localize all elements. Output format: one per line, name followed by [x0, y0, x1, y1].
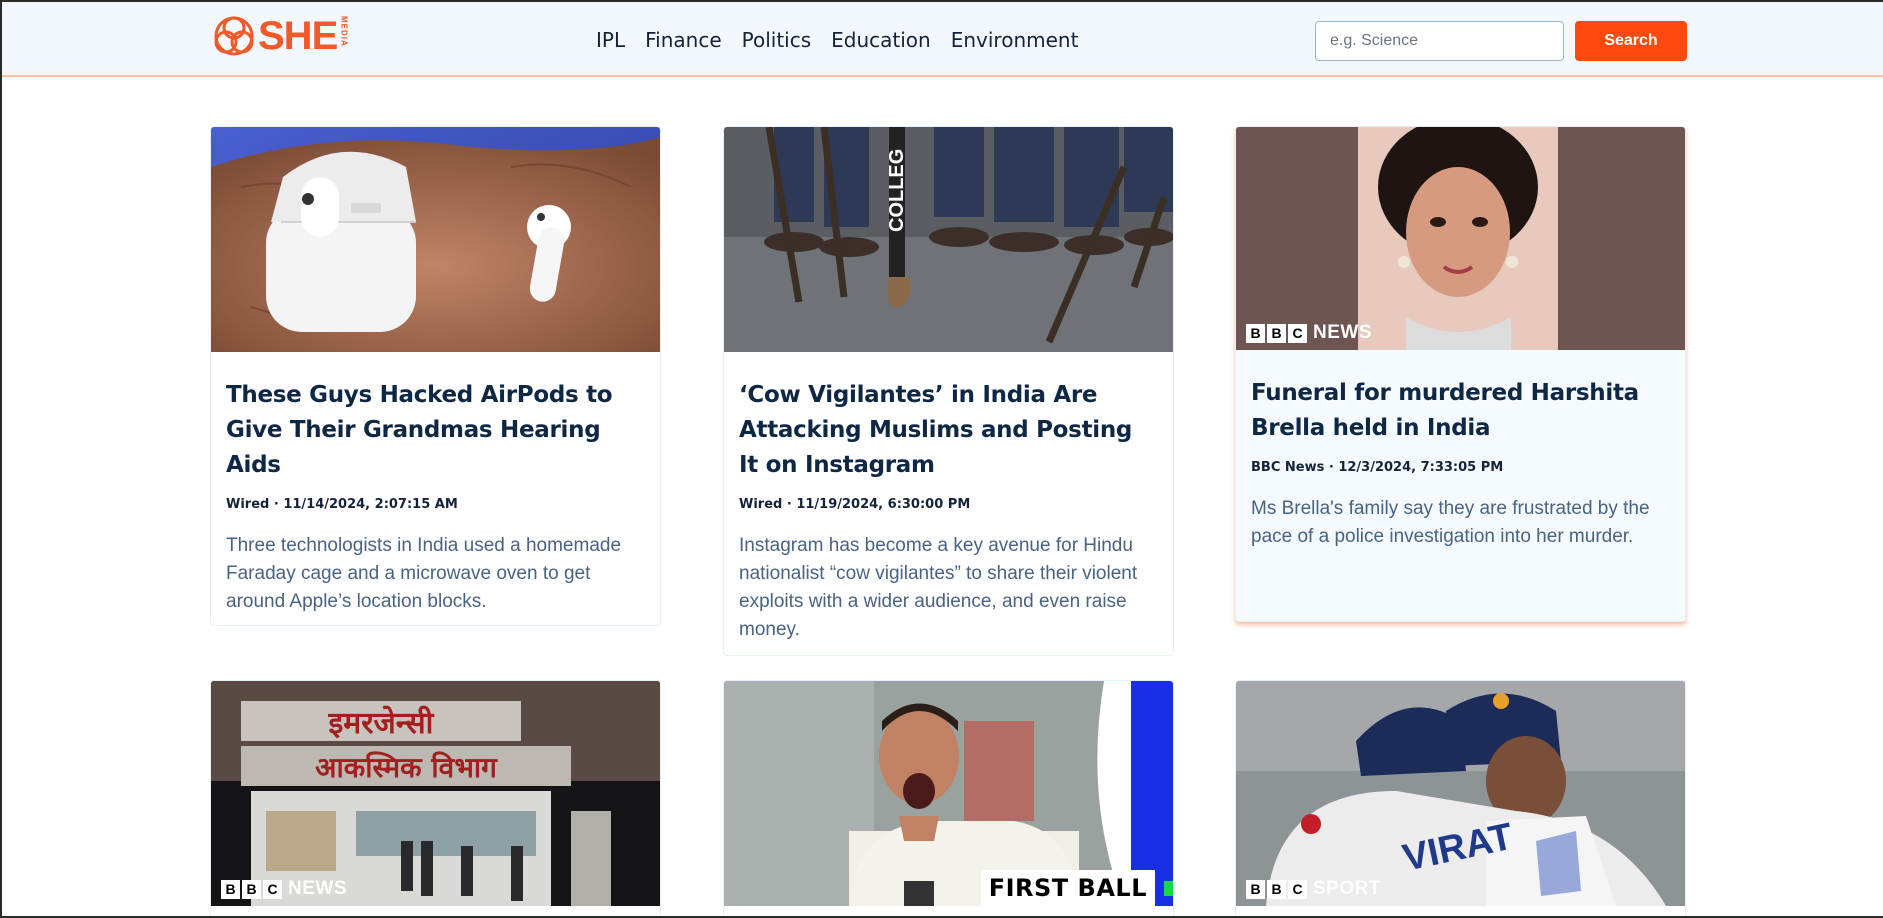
bbc-letter: C [263, 879, 282, 899]
article-card[interactable]: These Guys Hacked AirPods to Give Their … [210, 126, 661, 626]
bbc-letter: B [1267, 879, 1286, 899]
bbc-letter: B [1246, 323, 1265, 343]
bbc-letter: B [221, 879, 240, 899]
main-nav: IPL Finance Politics Education Environme… [596, 26, 1098, 54]
bbc-news-badge: B B C NEWS [221, 878, 347, 900]
logo-subtext: MEDIA [339, 16, 349, 47]
article-meta: BBC News · 12/3/2024, 7:33:05 PM [1251, 460, 1504, 475]
article-image[interactable]: B B C NEWS [1236, 127, 1685, 350]
search-input[interactable] [1315, 21, 1564, 61]
bbc-letter: B [242, 879, 261, 899]
image-stick-text: COLLEG [886, 149, 908, 232]
article-image[interactable] [211, 127, 660, 352]
article-image[interactable]: इमरजेन्सी आकस्मिक विभाग B B C NEWS [211, 681, 660, 906]
bbc-badge-word: NEWS [1313, 322, 1372, 343]
article-card[interactable]: B B C NEWS Funeral for murdered Harshita… [1235, 126, 1686, 622]
bbc-sport-badge: B B C SPORT [1246, 878, 1381, 900]
article-image[interactable]: COLLEG [724, 127, 1173, 352]
article-meta: Wired · 11/19/2024, 6:30:00 PM [739, 497, 971, 512]
logo-text: SHE [258, 14, 338, 58]
article-title[interactable]: Funeral for murdered Harshita Brella hel… [1251, 376, 1670, 446]
article-card[interactable]: FIRST BALL [723, 680, 1174, 918]
nav-finance[interactable]: Finance [645, 26, 722, 54]
nav-environment[interactable]: Environment [951, 26, 1079, 54]
nav-ipl[interactable]: IPL [596, 26, 625, 54]
bbc-badge-word: NEWS [288, 878, 347, 899]
image-sign-text: आकस्मिक विभाग [315, 751, 498, 784]
nav-politics[interactable]: Politics [742, 26, 812, 54]
article-card[interactable]: इमरजेन्सी आकस्मिक विभाग B B C NEWS [210, 680, 661, 918]
article-description: Instagram has become a key avenue for Hi… [739, 535, 1138, 640]
bbc-letter: C [1288, 323, 1307, 343]
article-title[interactable]: ‘Cow Vigilantes’ in India Are Attacking … [739, 378, 1158, 483]
article-meta: Wired · 11/14/2024, 2:07:15 AM [226, 497, 458, 512]
image-sign-text: इमरजेन्सी [328, 705, 435, 741]
article-card[interactable]: VIRAT B B C SPORT [1235, 680, 1686, 918]
site-logo[interactable]: SHE MEDIA [212, 14, 348, 58]
search-button[interactable]: Search [1575, 21, 1687, 61]
logo-knot-icon [214, 16, 254, 56]
bbc-news-badge: B B C NEWS [1246, 322, 1372, 344]
bbc-letter: C [1288, 879, 1307, 899]
site-header: SHE MEDIA IPL Finance Politics Education… [2, 2, 1883, 77]
article-description: Ms Brella's family say they are frustrat… [1251, 498, 1650, 547]
article-description: Three technologists in India used a home… [226, 535, 622, 612]
article-card[interactable]: COLLEG ‘Cow Vigilantes’ in India Are Att… [723, 126, 1174, 656]
bbc-letter: B [1246, 879, 1265, 899]
article-image[interactable]: FIRST BALL [724, 681, 1173, 906]
bbc-letter: B [1267, 323, 1286, 343]
article-title[interactable]: These Guys Hacked AirPods to Give Their … [226, 378, 645, 483]
nav-education[interactable]: Education [831, 26, 931, 54]
bbc-badge-word: SPORT [1313, 878, 1381, 899]
first-ball-caption: FIRST BALL [980, 870, 1155, 906]
article-image[interactable]: VIRAT B B C SPORT [1236, 681, 1685, 906]
